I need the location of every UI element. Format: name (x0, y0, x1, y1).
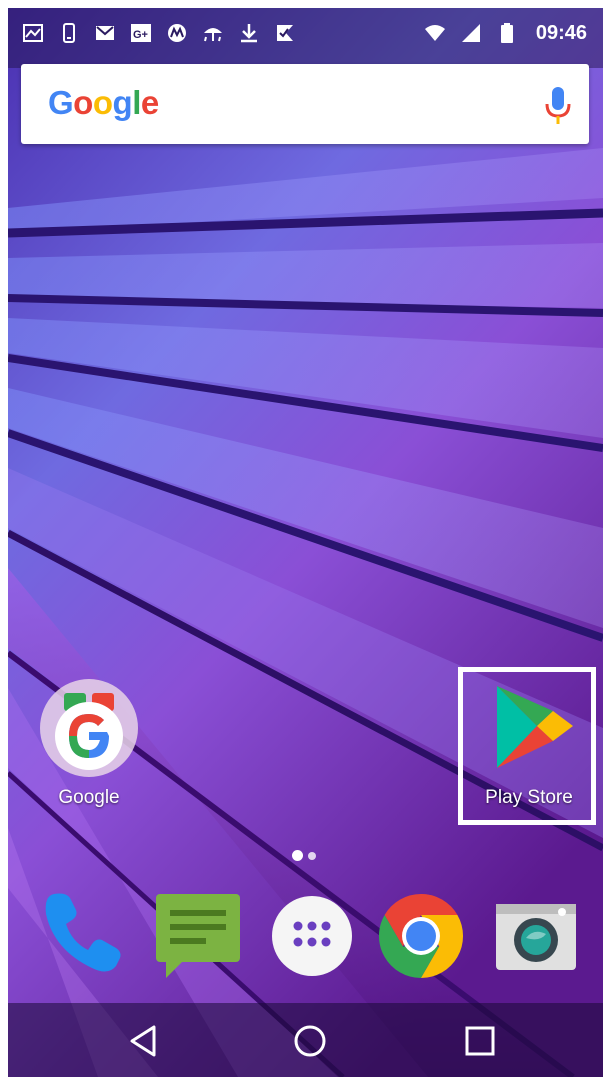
play-store-icon (497, 686, 573, 768)
battery-icon (496, 22, 518, 44)
messages-icon[interactable] (152, 888, 244, 980)
logo-letter: e (140, 84, 159, 121)
google-search-bar[interactable]: Google (21, 64, 589, 144)
checklist-icon (274, 22, 296, 44)
chrome-icon[interactable] (375, 890, 467, 982)
weather-icon (202, 22, 224, 44)
google-folder[interactable]: Google (34, 678, 144, 809)
system-status: 09:46 (424, 22, 587, 45)
google-folder-label: Google (58, 787, 120, 808)
play-store-label: Play Store (485, 787, 573, 808)
logo-letter: g (112, 84, 133, 121)
logo-letter: G (48, 84, 74, 121)
play-store-app[interactable]: Play Store (474, 678, 584, 809)
google-folder-icon (40, 679, 138, 777)
home-icon[interactable] (290, 1021, 330, 1061)
status-clock: 09:46 (535, 21, 587, 44)
logo-letter: l (132, 84, 141, 121)
recents-icon[interactable] (460, 1021, 500, 1061)
back-icon[interactable] (124, 1021, 164, 1061)
google-plus-icon: G+ (130, 22, 152, 44)
status-bar: G+ 09:46 (8, 8, 603, 58)
phone-update-icon (58, 22, 80, 44)
logo-letter: o (92, 84, 113, 121)
microphone-icon[interactable] (543, 86, 573, 126)
phone-icon[interactable] (36, 888, 128, 980)
motorola-icon (166, 22, 188, 44)
page-indicator (292, 850, 316, 861)
app-drawer-icon[interactable] (266, 890, 358, 982)
wifi-icon (424, 22, 446, 44)
svg-text:G+: G+ (133, 29, 148, 41)
gallery-icon (22, 22, 44, 44)
page-dot (308, 851, 316, 860)
signal-icon (460, 22, 482, 44)
notification-icons: G+ (22, 22, 296, 44)
download-icon (238, 22, 260, 44)
google-logo: Google (48, 84, 159, 122)
navigation-bar (8, 1003, 603, 1077)
gmail-icon (94, 22, 116, 44)
page-dot-current (292, 850, 303, 861)
camera-icon[interactable] (490, 890, 582, 982)
logo-letter: o (73, 84, 93, 121)
home-screen: G+ 09:46 Google Google Play Store (8, 8, 603, 1077)
